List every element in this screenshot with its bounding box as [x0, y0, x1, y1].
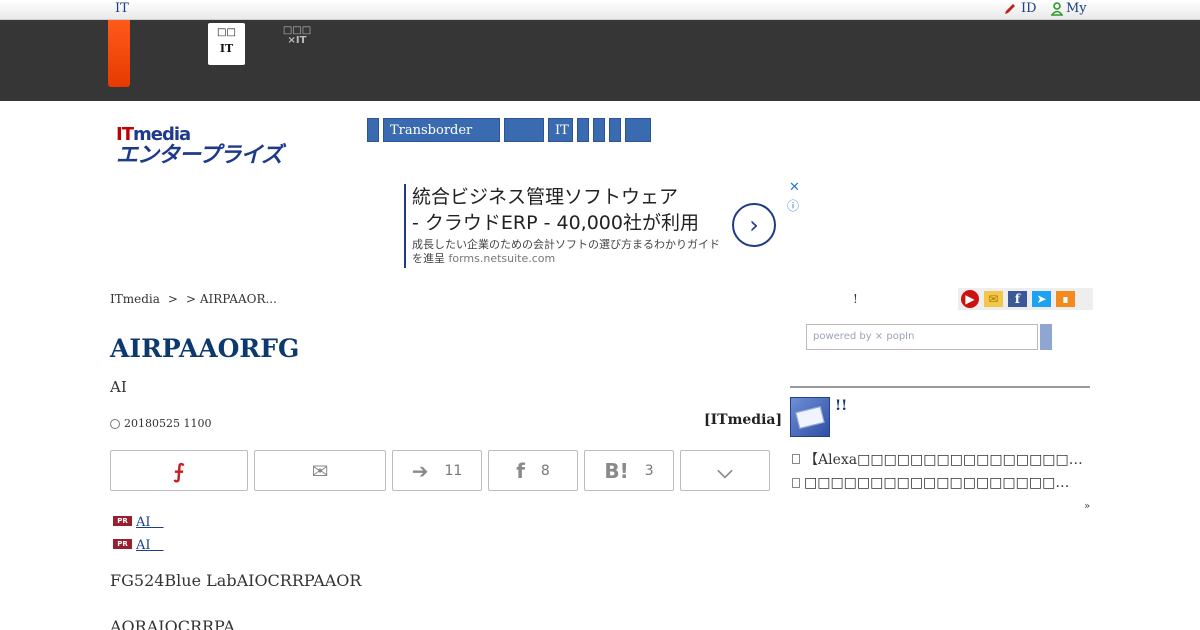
search-input[interactable]: powered by ⨯ popIn [806, 324, 1038, 350]
breadcrumb: ITmedia > > AIRPAAOR... [110, 292, 277, 306]
pr-tag: PR [113, 515, 132, 526]
article-date: 20180525 1100 [110, 417, 211, 430]
facebook-icon[interactable]: f [1008, 291, 1027, 307]
section-nav-item[interactable] [609, 118, 621, 142]
pr-link-row: PR AI [113, 511, 164, 530]
sidebar-title: !! [835, 398, 848, 414]
facebook-share-button[interactable]: f 8 [488, 450, 578, 491]
search-button[interactable] [1040, 324, 1052, 350]
ad-description: 成長したい企業のための会計ソフトの選び方まるわかりガイドを進呈 forms.ne… [412, 238, 720, 265]
twitter-share-button[interactable]: ➔ 11 [392, 450, 482, 491]
hatena-bookmark-icon: B! [604, 458, 629, 483]
article-title: AIRPAAORFG [110, 334, 300, 363]
header-mark: ! [853, 292, 858, 306]
article-byline: [ITmedia] [704, 412, 783, 428]
document-icon [792, 478, 800, 488]
article-date-text: 20180525 1100 [124, 417, 212, 430]
section-nav-item[interactable] [625, 118, 651, 142]
pocket-share-button[interactable]: ⌵ [680, 450, 770, 491]
hatena-count: 3 [644, 462, 654, 479]
advertisement[interactable]: 統合ビジネス管理ソフトウェア - クラウドERP - 40,000社が利用 成長… [404, 180, 800, 268]
pdf-icon: ⨍ [173, 458, 185, 483]
section-nav-item-it[interactable]: IT [548, 118, 573, 142]
facebook-icon: f [516, 458, 525, 483]
global-header [0, 20, 1200, 101]
site-logo[interactable]: ITmedia エンタープライズ [116, 124, 326, 172]
twitter-count: 11 [444, 462, 463, 479]
twitter-icon[interactable]: ➤ [1032, 291, 1051, 307]
pr-link-row: PR AI [113, 534, 164, 553]
article-paragraph: AORAIOCRRPA [110, 617, 235, 630]
follow-bar: ▶ ✉ f ➤ ∎ [958, 288, 1093, 310]
breadcrumb-separator: > [167, 292, 178, 306]
pencil-icon [1005, 3, 1015, 14]
site-tab-line2: ×IT [287, 35, 307, 46]
pocket-icon: ⌵ [717, 458, 733, 483]
my-link-label: My [1066, 1, 1087, 16]
chevron-right-icon[interactable]: › [732, 203, 776, 247]
breadcrumb-separator: > [185, 292, 197, 306]
top-utility-bar: IT ID My [0, 0, 1200, 20]
ad-domain: forms.netsuite.com [448, 252, 556, 265]
site-tab-active-line2: IT [219, 42, 234, 55]
id-login-link[interactable]: ID [1003, 1, 1037, 16]
section-nav: Transborder IT [367, 118, 651, 142]
section-nav-item[interactable] [367, 118, 379, 142]
sidebar-divider [790, 386, 1090, 388]
play-icon[interactable]: ▶ [961, 290, 979, 308]
user-icon [1051, 1, 1063, 16]
site-tab[interactable]: □□□ ×IT [282, 26, 312, 46]
mail-icon[interactable]: ✉ [984, 291, 1003, 307]
section-nav-item[interactable] [577, 118, 589, 142]
pr-link[interactable]: AI [136, 534, 164, 553]
my-page-link[interactable]: My [1051, 1, 1087, 16]
article-paragraph: FG524Blue LabAIOCRRPAAOR [110, 571, 362, 590]
section-nav-item[interactable] [504, 118, 544, 142]
pr-link[interactable]: AI [136, 511, 164, 530]
mail-plus-icon: ✉ [311, 458, 329, 483]
site-tab-active-line1: □□ [217, 27, 236, 38]
logo-it: ITmedia [116, 124, 191, 145]
breadcrumb-current: AIRPAAOR... [199, 292, 277, 306]
info-icon[interactable]: ⓘ [787, 197, 799, 214]
section-nav-item[interactable] [593, 118, 605, 142]
close-icon[interactable]: ✕ [789, 180, 800, 195]
sidebar-link-text: 【Alexa□□□□□□□□□□□□□□□□… [804, 452, 1083, 468]
sidebar-link-text: □□□□□□□□□□□□□□□□□□□… [804, 475, 1070, 491]
network-home-tab[interactable] [108, 20, 130, 87]
sidebar-link[interactable]: 【Alexa□□□□□□□□□□□□□□□□… [792, 449, 1083, 469]
document-icon [792, 454, 800, 464]
id-link-label: ID [1021, 1, 1037, 16]
site-tab-active[interactable]: □□ IT [208, 23, 245, 65]
network-brand-link[interactable]: IT [115, 1, 129, 16]
twitter-icon: ➔ [411, 458, 429, 483]
pdf-button[interactable]: ⨍ [110, 450, 248, 491]
hatena-share-button[interactable]: B! 3 [584, 450, 674, 491]
newsletter-icon [790, 397, 830, 437]
more-link[interactable]: » [1084, 501, 1090, 512]
sidebar-link[interactable]: □□□□□□□□□□□□□□□□□□□… [792, 475, 1069, 491]
breadcrumb-home[interactable]: ITmedia [110, 292, 160, 306]
mail-share-button[interactable]: ✉ [254, 450, 386, 491]
pr-tag: PR [113, 538, 132, 549]
logo-enterprise: エンタープライズ [116, 143, 283, 168]
clock-icon [110, 418, 120, 429]
article-subtitle: AI [110, 378, 127, 396]
rss-icon[interactable]: ∎ [1056, 291, 1075, 307]
section-nav-item-transborder[interactable]: Transborder [383, 118, 500, 142]
facebook-count: 8 [540, 462, 550, 479]
